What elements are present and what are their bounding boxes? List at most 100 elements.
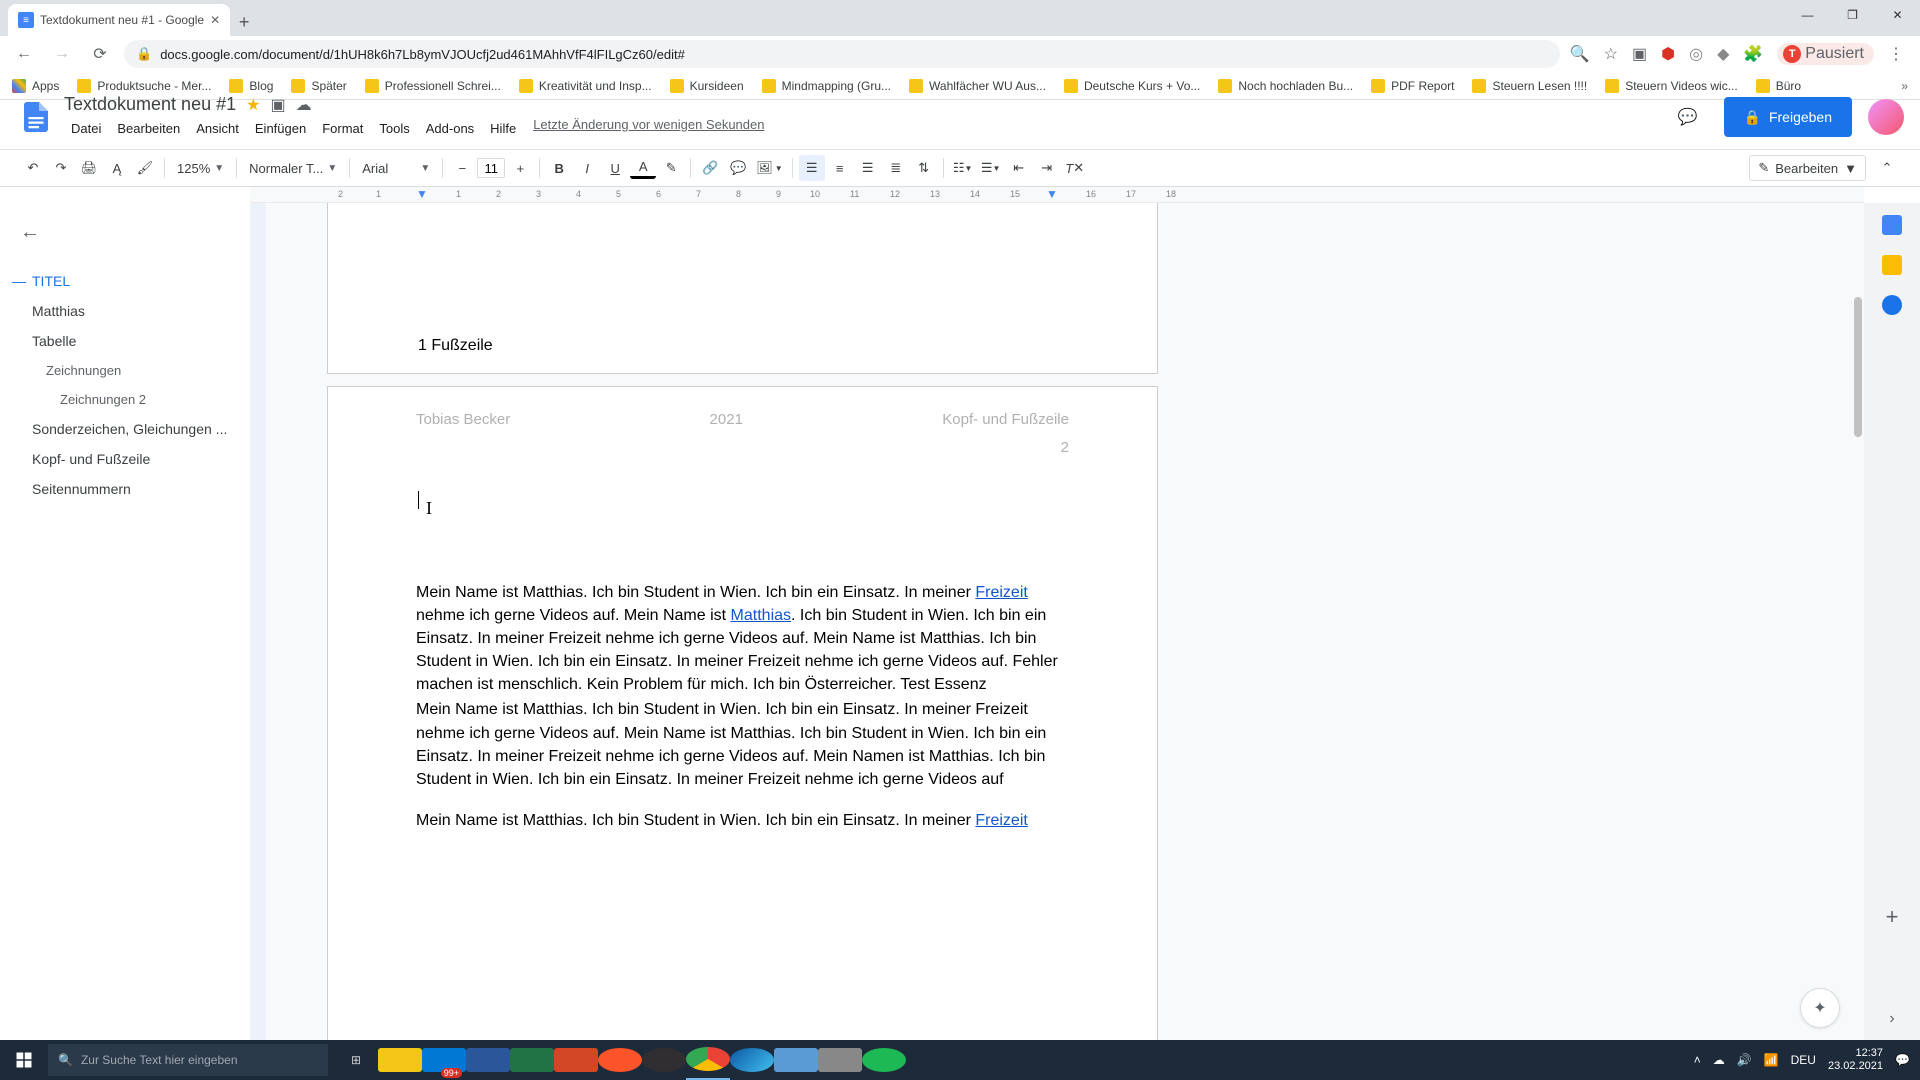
- menu-format[interactable]: Format: [315, 117, 370, 140]
- outline-item[interactable]: Zeichnungen 2: [0, 385, 250, 414]
- bookmark-item[interactable]: Wahlfächer WU Aus...: [909, 79, 1046, 93]
- zoom-icon[interactable]: 🔍: [1570, 44, 1590, 64]
- bookmark-item[interactable]: Kreativität und Insp...: [519, 79, 652, 93]
- font-size-decrease[interactable]: −: [449, 155, 475, 181]
- get-addons-button[interactable]: +: [1886, 904, 1899, 930]
- bookmark-item[interactable]: PDF Report: [1371, 79, 1454, 93]
- font-size-increase[interactable]: +: [507, 155, 533, 181]
- onedrive-icon[interactable]: ☁: [1713, 1053, 1725, 1067]
- outline-item[interactable]: TITEL: [0, 266, 250, 296]
- app-button[interactable]: [818, 1040, 862, 1080]
- menu-ansicht[interactable]: Ansicht: [189, 117, 246, 140]
- highlight-button[interactable]: ✎: [658, 155, 684, 181]
- notifications-button[interactable]: 💬: [1895, 1053, 1910, 1067]
- bookmark-item[interactable]: Produktsuche - Mer...: [77, 79, 211, 93]
- align-left-button[interactable]: ☰: [799, 155, 825, 181]
- clear-format-button[interactable]: T✕: [1062, 155, 1088, 181]
- tray-overflow-button[interactable]: ˄: [1694, 1053, 1701, 1067]
- excel-app-button[interactable]: [510, 1040, 554, 1080]
- nav-reload-button[interactable]: ⟳: [86, 40, 114, 68]
- cloud-status-icon[interactable]: ☁: [296, 95, 312, 115]
- outline-item[interactable]: Zeichnungen: [0, 356, 250, 385]
- line-spacing-button[interactable]: ⇅: [911, 155, 937, 181]
- bulleted-list-button[interactable]: ☰▼: [978, 155, 1004, 181]
- window-maximize-button[interactable]: ❐: [1830, 0, 1875, 30]
- bookmark-item[interactable]: Steuern Videos wic...: [1605, 79, 1738, 93]
- align-center-button[interactable]: ≡: [827, 155, 853, 181]
- menu-tools[interactable]: Tools: [372, 117, 416, 140]
- language-indicator[interactable]: DEU: [1791, 1053, 1816, 1067]
- document-title[interactable]: Textdokument neu #1: [64, 94, 236, 115]
- outline-item[interactable]: Matthias: [0, 296, 250, 326]
- bookmark-item[interactable]: Kursideen: [670, 79, 744, 93]
- link-matthias[interactable]: Matthias: [731, 607, 791, 624]
- decrease-indent-button[interactable]: ⇤: [1006, 155, 1032, 181]
- extension-icon-1[interactable]: ◎: [1689, 44, 1703, 64]
- comments-button[interactable]: 💬: [1668, 97, 1708, 137]
- text-color-button[interactable]: A: [630, 157, 656, 179]
- extension-icon-2[interactable]: ◆: [1717, 44, 1729, 64]
- notepad-app-button[interactable]: [774, 1040, 818, 1080]
- obs-app-button[interactable]: [642, 1040, 686, 1080]
- bookmark-apps[interactable]: Apps: [12, 79, 59, 93]
- task-view-button[interactable]: ⊞: [334, 1040, 378, 1080]
- menu-bearbeiten[interactable]: Bearbeiten: [110, 117, 187, 140]
- nav-back-button[interactable]: ←: [10, 40, 38, 68]
- extensions-menu-icon[interactable]: 🧩: [1743, 44, 1763, 64]
- vertical-ruler[interactable]: [250, 203, 266, 1040]
- browser-tab[interactable]: ≡ Textdokument neu #1 - Google ✕: [8, 4, 230, 36]
- zoom-select[interactable]: 125%▼: [171, 161, 230, 176]
- bold-button[interactable]: B: [546, 155, 572, 181]
- increase-indent-button[interactable]: ⇥: [1034, 155, 1060, 181]
- body-text[interactable]: Mein Name ist Matthias. Ich bin Student …: [416, 581, 1069, 833]
- edge-app-button[interactable]: [730, 1040, 774, 1080]
- browser-menu-icon[interactable]: ⋮: [1888, 44, 1904, 64]
- paint-format-button[interactable]: 🖌: [132, 155, 158, 181]
- star-bookmark-icon[interactable]: ☆: [1604, 44, 1618, 64]
- docs-logo[interactable]: [16, 97, 56, 137]
- link-freizeit-2[interactable]: Freizeit: [975, 812, 1027, 829]
- font-select[interactable]: Arial▼: [356, 161, 436, 176]
- indent-marker-right[interactable]: ▼: [1046, 187, 1058, 201]
- start-button[interactable]: [0, 1040, 48, 1080]
- wifi-icon[interactable]: 📶: [1764, 1053, 1779, 1067]
- menu-addons[interactable]: Add-ons: [419, 117, 481, 140]
- spotify-app-button[interactable]: [862, 1040, 906, 1080]
- menu-einfuegen[interactable]: Einfügen: [248, 117, 313, 140]
- chrome-app-button[interactable]: [686, 1040, 730, 1080]
- collapse-toolbar-button[interactable]: ⌃: [1874, 155, 1900, 181]
- explore-button[interactable]: ✦: [1800, 988, 1840, 1028]
- numbered-list-button[interactable]: ☷▼: [950, 155, 976, 181]
- mail-app-button[interactable]: 99+: [422, 1040, 466, 1080]
- menu-hilfe[interactable]: Hilfe: [483, 117, 523, 140]
- redo-button[interactable]: ↷: [48, 155, 74, 181]
- editing-mode-select[interactable]: ✎ Bearbeiten ▼: [1749, 155, 1866, 181]
- outline-item[interactable]: Seitennummern: [0, 474, 250, 504]
- document-canvas[interactable]: 1 Fußzeile Tobias Becker 2021 Kopf- und …: [250, 203, 1864, 1040]
- hide-sidepanel-button[interactable]: ›: [1889, 1010, 1894, 1028]
- bookmarks-overflow-icon[interactable]: »: [1901, 79, 1908, 93]
- taskbar-search[interactable]: 🔍 Zur Suche Text hier eingeben: [48, 1044, 328, 1076]
- spellcheck-button[interactable]: Ą: [104, 155, 130, 181]
- nav-forward-button[interactable]: →: [48, 40, 76, 68]
- align-justify-button[interactable]: ≣: [883, 155, 909, 181]
- powerpoint-app-button[interactable]: [554, 1040, 598, 1080]
- bookmark-item[interactable]: Steuern Lesen !!!!: [1472, 79, 1587, 93]
- new-tab-button[interactable]: +: [230, 8, 258, 36]
- insert-link-button[interactable]: 🔗: [697, 155, 723, 181]
- align-right-button[interactable]: ☰: [855, 155, 881, 181]
- outline-item[interactable]: Sonderzeichen, Gleichungen ...: [0, 414, 250, 444]
- bookmark-item[interactable]: Mindmapping (Gru...: [762, 79, 891, 93]
- brave-app-button[interactable]: [598, 1040, 642, 1080]
- bookmark-item[interactable]: Noch hochladen Bu...: [1218, 79, 1353, 93]
- tasks-addon-icon[interactable]: [1882, 295, 1902, 315]
- window-close-button[interactable]: ✕: [1875, 0, 1920, 30]
- bookmark-item[interactable]: Deutsche Kurs + Vo...: [1064, 79, 1200, 93]
- bookmark-item[interactable]: Büro: [1756, 79, 1801, 93]
- link-freizeit[interactable]: Freizeit: [975, 584, 1027, 601]
- taskbar-clock[interactable]: 12:37 23.02.2021: [1828, 1047, 1883, 1073]
- page-header[interactable]: Tobias Becker 2021 Kopf- und Fußzeile: [416, 387, 1069, 437]
- bookmark-item[interactable]: Später: [291, 79, 346, 93]
- last-edit-link[interactable]: Letzte Änderung vor wenigen Sekunden: [533, 117, 764, 140]
- outline-item[interactable]: Kopf- und Fußzeile: [0, 444, 250, 474]
